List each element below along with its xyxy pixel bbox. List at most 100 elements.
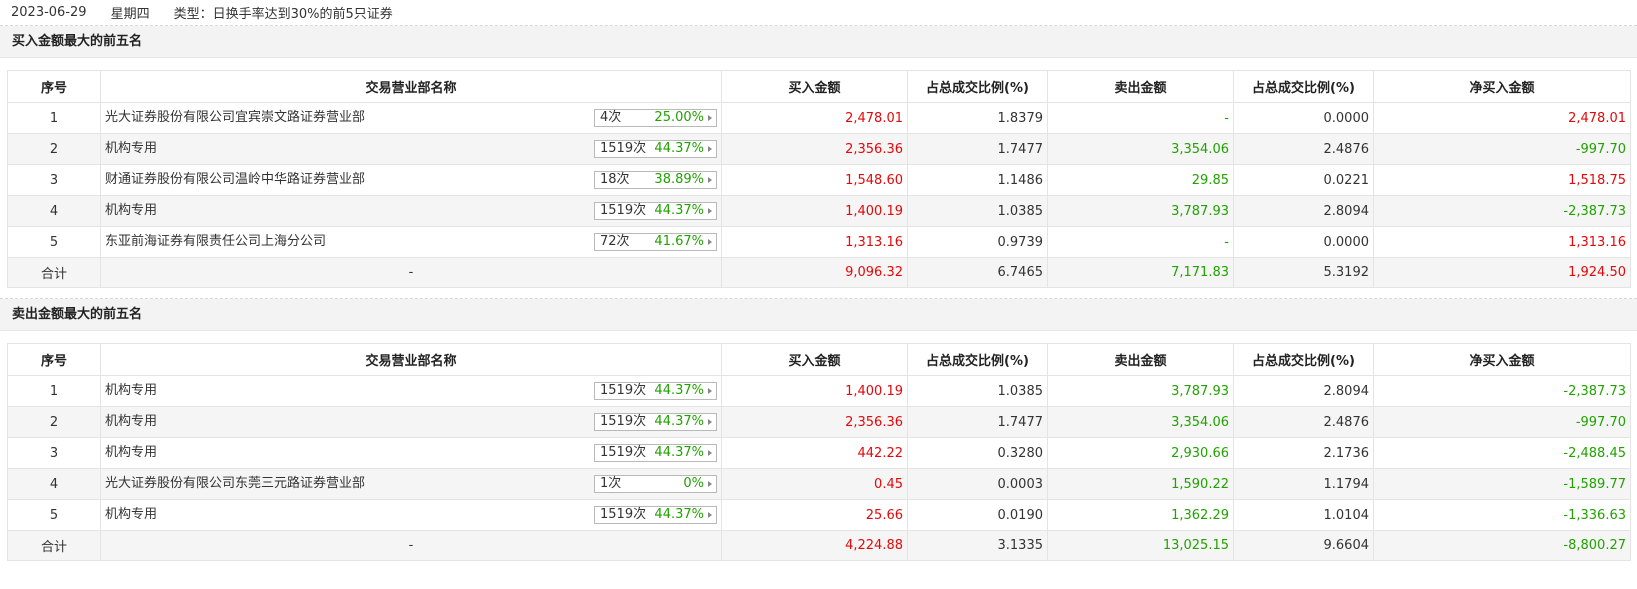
total-sell-amount: 13,025.15 xyxy=(1047,530,1234,561)
header-bar: 2023-06-29 星期四 类型：日换手率达到30%的前5只证券 xyxy=(0,0,1637,26)
branch-name[interactable]: 机构专用 xyxy=(105,376,157,406)
sell-amount: 3,354.06 xyxy=(1047,406,1234,438)
sell-amount: 29.85 xyxy=(1047,164,1234,196)
branch-name-cell: 东亚前海证券有限责任公司上海分公司 72次 41.67% xyxy=(100,226,722,258)
total-buy-amount: 9,096.32 xyxy=(721,257,908,288)
win-rate: 44.37% xyxy=(654,203,704,218)
table-row: 3 财通证券股份有限公司温岭中华路证券营业部 18次 38.89% 1,548.60 1.… xyxy=(7,164,1631,196)
branch-stat-button[interactable]: 72次 41.67% xyxy=(594,233,717,251)
sell-ratio: 1.1794 xyxy=(1233,468,1374,500)
appearance-count: 1519次 xyxy=(600,383,647,398)
sell-ratio: 1.0104 xyxy=(1233,499,1374,531)
win-rate: 44.37% xyxy=(654,383,704,398)
total-name: - xyxy=(100,530,722,561)
chevron-right-icon xyxy=(708,481,712,487)
total-buy-ratio: 6.7465 xyxy=(907,257,1048,288)
total-buy-ratio: 3.1335 xyxy=(907,530,1048,561)
sell-ratio: 2.1736 xyxy=(1233,437,1374,469)
total-label: 合计 xyxy=(7,257,101,288)
row-index: 2 xyxy=(7,133,101,165)
table-row: 2 机构专用 1519次 44.37% 2,356.36 1.7477 3,354.06 2.… xyxy=(7,133,1631,165)
chevron-right-icon xyxy=(708,177,712,183)
chevron-right-icon xyxy=(708,208,712,214)
appearance-count: 1519次 xyxy=(600,445,647,460)
buy-amount: 1,400.19 xyxy=(721,375,908,407)
win-rate: 0% xyxy=(683,476,704,491)
branch-stat-button[interactable]: 1519次 44.37% xyxy=(594,382,717,400)
row-index: 5 xyxy=(7,499,101,531)
sell-ratio: 2.4876 xyxy=(1233,133,1374,165)
branch-stat-button[interactable]: 4次 25.00% xyxy=(594,109,717,127)
total-buy-amount: 4,224.88 xyxy=(721,530,908,561)
col-sell-amount: 卖出金额 xyxy=(1047,343,1234,376)
win-rate: 38.89% xyxy=(654,172,704,187)
row-index: 3 xyxy=(7,164,101,196)
table-row: 3 机构专用 1519次 44.37% 442.22 0.3280 2,930.66 2.17… xyxy=(7,437,1631,469)
branch-name[interactable]: 机构专用 xyxy=(105,407,157,437)
chevron-right-icon xyxy=(708,239,712,245)
sell-ratio: 0.0000 xyxy=(1233,102,1374,134)
buy-ratio: 0.9739 xyxy=(907,226,1048,258)
col-sell-ratio: 占总成交比例(%) xyxy=(1233,343,1374,376)
branch-stat-button[interactable]: 1519次 44.37% xyxy=(594,444,717,462)
buy-amount: 2,356.36 xyxy=(721,133,908,165)
table-row: 4 光大证券股份有限公司东莞三元路证券营业部 1次 0% 0.45 0.0003 1,590… xyxy=(7,468,1631,500)
section-divider xyxy=(0,288,1637,299)
buy-ratio: 1.7477 xyxy=(907,406,1048,438)
total-net-amount: -8,800.27 xyxy=(1373,530,1631,561)
table-header-row: 序号 交易营业部名称 买入金额 占总成交比例(%) 卖出金额 占总成交比例(%)… xyxy=(7,70,1631,103)
branch-stat-button[interactable]: 1次 0% xyxy=(594,475,717,493)
table-row: 5 机构专用 1519次 44.37% 25.66 0.0190 1,362.29 1.010… xyxy=(7,499,1631,531)
sell-amount: 1,362.29 xyxy=(1047,499,1234,531)
sell-amount: 1,590.22 xyxy=(1047,468,1234,500)
branch-name[interactable]: 东亚前海证券有限责任公司上海分公司 xyxy=(105,227,326,257)
net-amount: -997.70 xyxy=(1373,133,1631,165)
total-row: 合计 -4,224.88 3.1335 13,025.15 9.6604 -8,800.2… xyxy=(7,530,1631,561)
col-branch-name: 交易营业部名称 xyxy=(100,70,722,103)
branch-name[interactable]: 机构专用 xyxy=(105,134,157,164)
table-row: 1 机构专用 1519次 44.37% 1,400.19 1.0385 3,787.93 2.… xyxy=(7,375,1631,407)
branch-name-cell: 机构专用 1519次 44.37% xyxy=(100,133,722,165)
branch-stat-button[interactable]: 1519次 44.37% xyxy=(594,140,717,158)
branch-name-cell: 财通证券股份有限公司温岭中华路证券营业部 18次 38.89% xyxy=(100,164,722,196)
branch-name-cell: 机构专用 1519次 44.37% xyxy=(100,437,722,469)
col-sell-ratio: 占总成交比例(%) xyxy=(1233,70,1374,103)
branch-name[interactable]: 机构专用 xyxy=(105,500,157,530)
total-sell-ratio: 9.6604 xyxy=(1233,530,1374,561)
branch-stat-button[interactable]: 1519次 44.37% xyxy=(594,202,717,220)
appearance-count: 18次 xyxy=(600,172,630,187)
buy-amount: 1,400.19 xyxy=(721,195,908,227)
total-name: - xyxy=(100,257,722,288)
branch-name[interactable]: 机构专用 xyxy=(105,196,157,226)
row-index: 1 xyxy=(7,102,101,134)
branch-name[interactable]: 光大证券股份有限公司东莞三元路证券营业部 xyxy=(105,469,365,499)
sell-amount: - xyxy=(1047,226,1234,258)
sell-ratio: 2.4876 xyxy=(1233,406,1374,438)
appearance-count: 1519次 xyxy=(600,203,647,218)
branch-name-cell: 机构专用 1519次 44.37% xyxy=(100,406,722,438)
buy-ratio: 1.0385 xyxy=(907,195,1048,227)
table-header-row: 序号 交易营业部名称 买入金额 占总成交比例(%) 卖出金额 占总成交比例(%)… xyxy=(7,343,1631,376)
net-amount: -2,387.73 xyxy=(1373,375,1631,407)
total-label: 合计 xyxy=(7,530,101,561)
appearance-count: 1519次 xyxy=(600,507,647,522)
type-label: 类型：日换手率达到30%的前5只证券 xyxy=(173,7,393,22)
col-index: 序号 xyxy=(7,343,101,376)
branch-stat-button[interactable]: 1519次 44.37% xyxy=(594,506,717,524)
sell-ratio: 2.8094 xyxy=(1233,195,1374,227)
branch-stat-button[interactable]: 1519次 44.37% xyxy=(594,413,717,431)
net-amount: -997.70 xyxy=(1373,406,1631,438)
chevron-right-icon xyxy=(708,115,712,121)
branch-name[interactable]: 光大证券股份有限公司宜宾崇文路证券营业部 xyxy=(105,103,365,133)
branch-name[interactable]: 财通证券股份有限公司温岭中华路证券营业部 xyxy=(105,165,365,195)
row-index: 4 xyxy=(7,468,101,500)
chevron-right-icon xyxy=(708,450,712,456)
branch-name[interactable]: 机构专用 xyxy=(105,438,157,468)
weekday: 星期四 xyxy=(110,7,150,22)
sell-ratio: 0.0221 xyxy=(1233,164,1374,196)
col-buy-ratio: 占总成交比例(%) xyxy=(907,343,1048,376)
buy-ratio: 0.0003 xyxy=(907,468,1048,500)
net-amount: -1,336.63 xyxy=(1373,499,1631,531)
branch-stat-button[interactable]: 18次 38.89% xyxy=(594,171,717,189)
branch-name-cell: 光大证券股份有限公司东莞三元路证券营业部 1次 0% xyxy=(100,468,722,500)
